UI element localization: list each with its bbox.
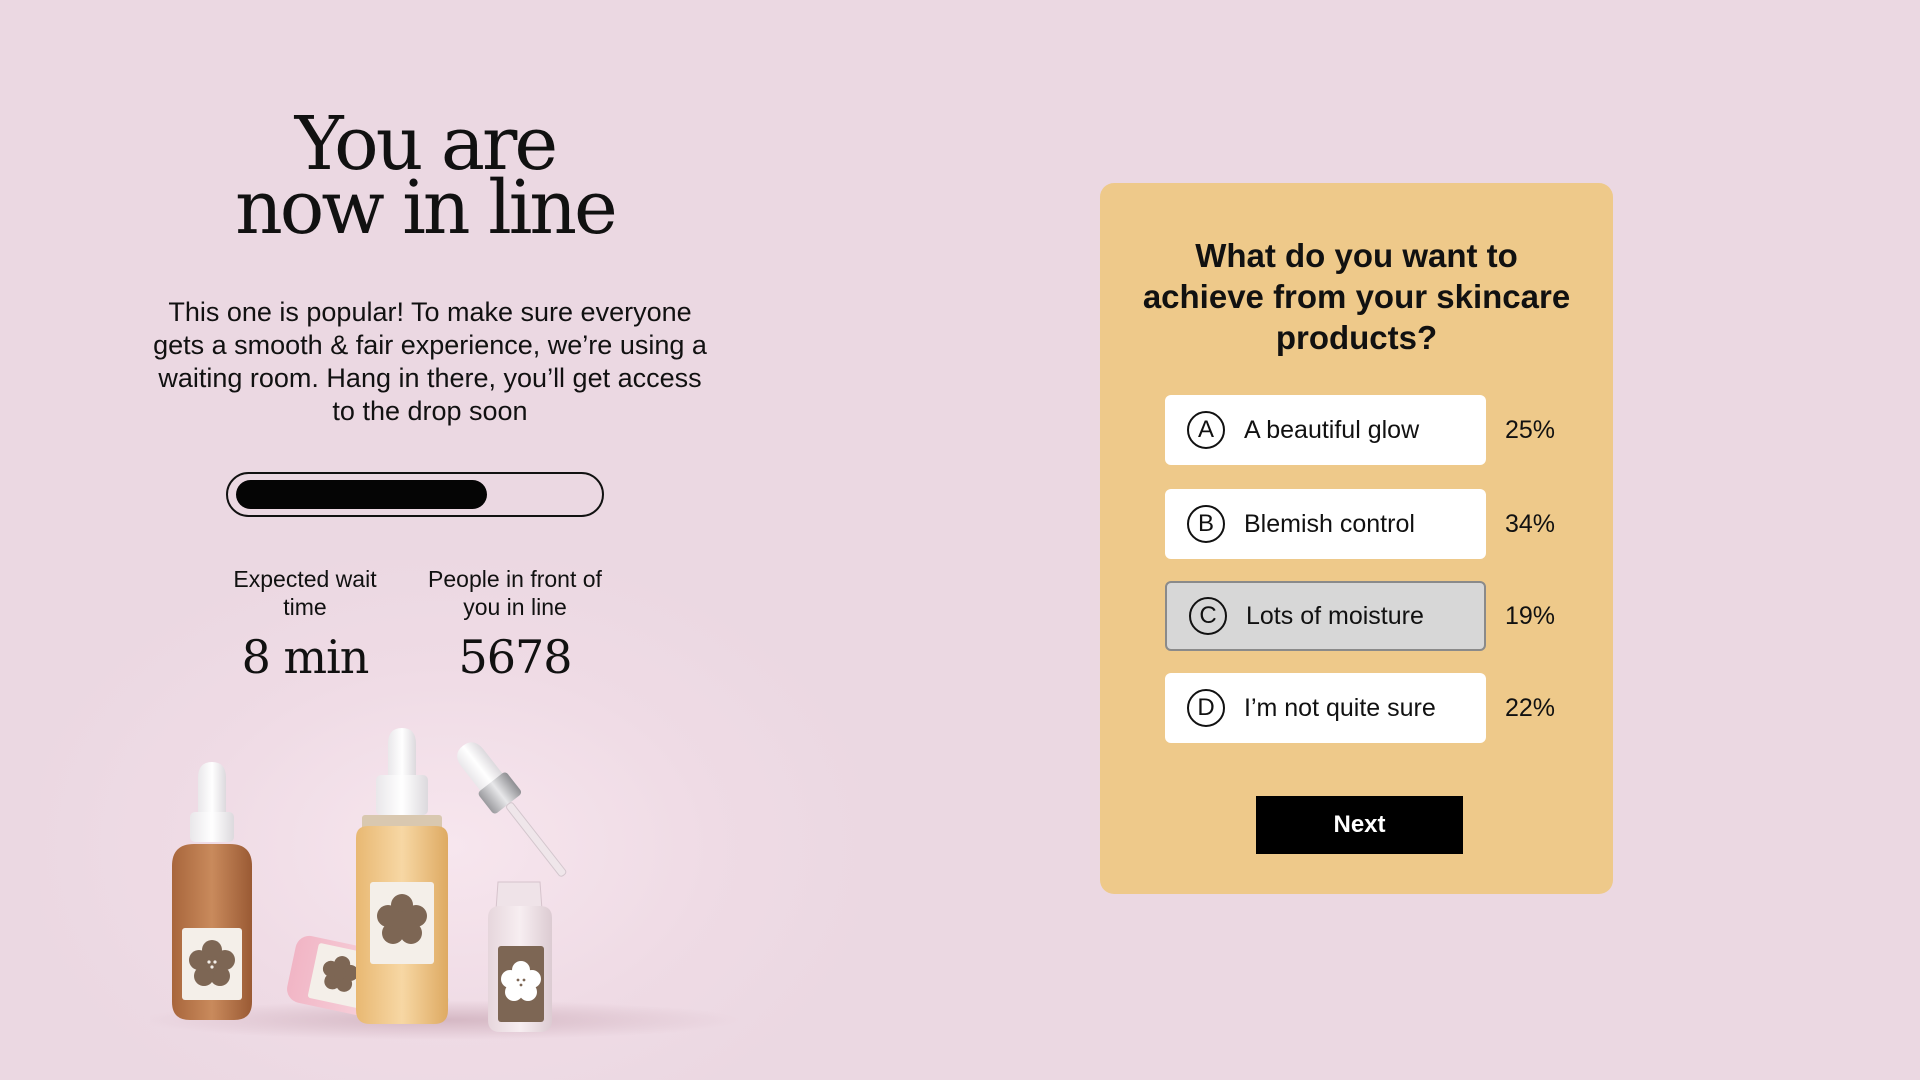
page-title: You are now in line [170, 107, 680, 251]
gold-bottle [356, 728, 448, 1024]
people-ahead-stat: People in front of you in line 5678 [420, 565, 610, 685]
wait-time-label: Expected wait time [233, 566, 377, 620]
poll-card: What do you want to achieve from your sk… [1100, 183, 1613, 894]
next-button[interactable]: Next [1256, 796, 1463, 854]
people-ahead-value: 5678 [458, 630, 572, 684]
queue-progress-fill [236, 480, 487, 509]
option-letter: C [1189, 597, 1227, 635]
poll-question: What do you want to achieve from your sk… [1142, 237, 1571, 356]
queue-progress-bar [226, 472, 604, 517]
poll-option-a[interactable]: A A beautiful glow [1165, 395, 1486, 465]
option-label: Blemish control [1244, 509, 1415, 538]
title-line-2: now in line [235, 165, 618, 251]
option-percent: 19% [1505, 602, 1556, 630]
people-ahead-label: People in front of you in line [428, 566, 602, 620]
option-label: A beautiful glow [1244, 415, 1420, 444]
option-letter: D [1187, 689, 1225, 727]
wait-time-value: 8 min [241, 630, 370, 684]
wait-time-stat: Expected wait time 8 min [230, 565, 380, 685]
clear-bottle [488, 881, 552, 1032]
floating-dropper [457, 742, 567, 877]
option-label: Lots of moisture [1246, 601, 1424, 630]
option-label: I’m not quite sure [1244, 693, 1436, 722]
amber-bottle [172, 762, 252, 1020]
serum-bottles-image [150, 728, 740, 1040]
option-percent: 34% [1505, 510, 1556, 538]
poll-option-c[interactable]: C Lots of moisture [1165, 581, 1486, 651]
option-letter: A [1187, 411, 1225, 449]
option-percent: 22% [1505, 694, 1556, 722]
option-percent: 25% [1505, 416, 1556, 444]
poll-option-b[interactable]: B Blemish control [1165, 489, 1486, 559]
option-letter: B [1187, 505, 1225, 543]
poll-option-d[interactable]: D I’m not quite sure [1165, 673, 1486, 743]
intro-text: This one is popular! To make sure everyo… [153, 297, 707, 426]
